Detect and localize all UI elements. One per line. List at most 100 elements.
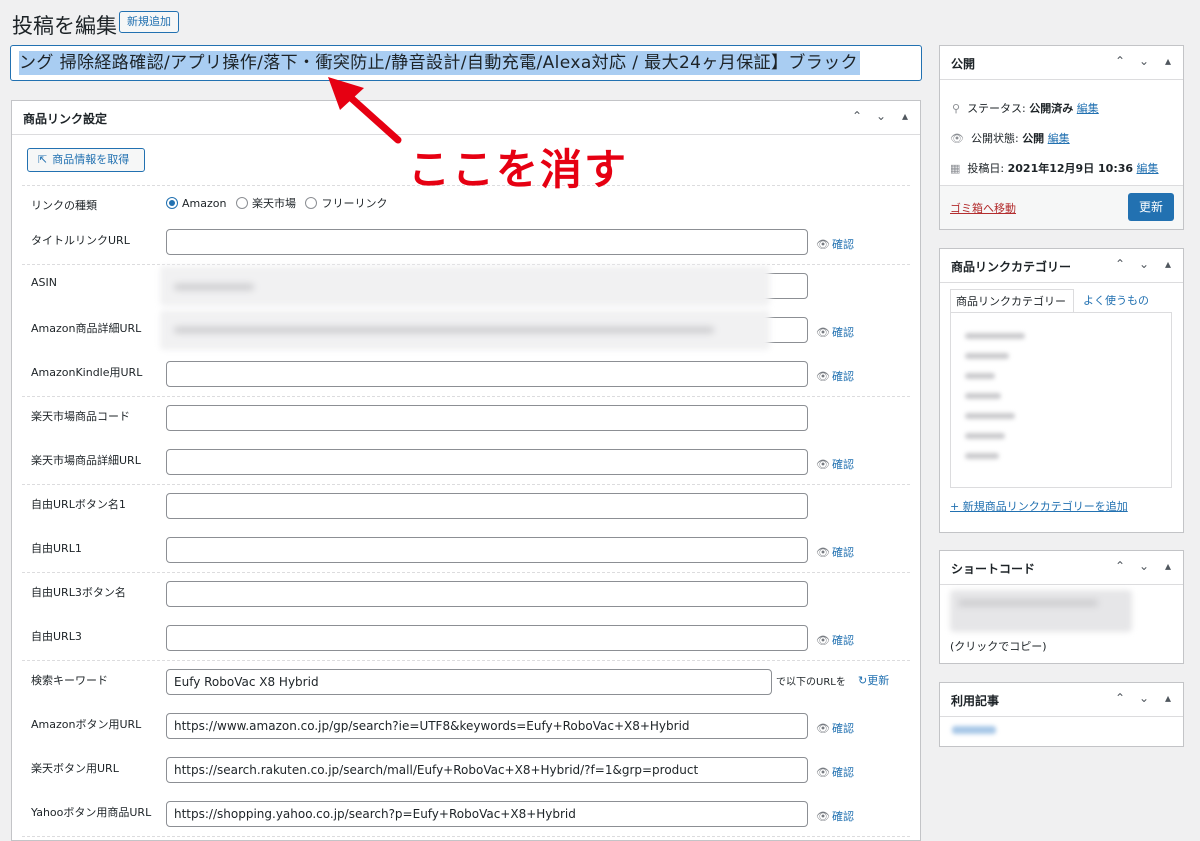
- tab-all-categories[interactable]: 商品リンクカテゴリー: [950, 289, 1074, 313]
- add-new-button[interactable]: 新規追加: [119, 11, 179, 33]
- update-button[interactable]: 更新: [1128, 193, 1174, 221]
- check-link[interactable]: 👁 確認: [816, 632, 854, 648]
- link-type-label: リンクの種類: [31, 199, 97, 212]
- check-link[interactable]: 👁 確認: [816, 720, 854, 736]
- keyword-suffix: で以下のURLを: [776, 677, 846, 688]
- edit-status-link[interactable]: 編集: [1077, 102, 1099, 115]
- field-label: Amazon商品詳細URL: [31, 322, 142, 335]
- move-up-icon[interactable]: ⌃: [1113, 54, 1127, 68]
- usage-title: 利用記事: [951, 694, 1000, 708]
- rakuten-detail-url-input[interactable]: [166, 449, 808, 475]
- radio-icon: [166, 197, 178, 209]
- field-label: 自由URL1: [31, 542, 82, 555]
- move-down-icon[interactable]: ⌄: [874, 109, 888, 123]
- free-url3-input[interactable]: [166, 625, 808, 651]
- toggle-panel-icon[interactable]: ▴: [1161, 559, 1175, 573]
- usage-box: 利用記事 ⌃ ⌄ ▴: [939, 682, 1184, 747]
- eye-icon: 👁: [816, 546, 830, 559]
- move-up-icon[interactable]: ⌃: [1113, 691, 1127, 705]
- field-label: Yahooボタン用商品URL: [31, 806, 152, 819]
- get-product-info-button[interactable]: ⇱ 商品情報を取得: [27, 148, 145, 172]
- divider: [22, 660, 910, 661]
- check-link[interactable]: 👁 確認: [816, 808, 854, 824]
- free-button1-input[interactable]: [166, 493, 808, 519]
- check-link[interactable]: 👁 確認: [816, 236, 854, 252]
- post-title-input[interactable]: ング 掃除経路確認/アプリ操作/落下・衝突防止/静音設計/自動充電/Alexa対…: [10, 45, 922, 81]
- divider: [22, 572, 910, 573]
- add-category-link[interactable]: + 新規商品リンクカテゴリーを追加: [950, 498, 1128, 514]
- move-up-icon[interactable]: ⌃: [1113, 559, 1127, 573]
- shortcode-value[interactable]: [950, 590, 1132, 632]
- rakuten-button-url-input[interactable]: https://search.rakuten.co.jp/search/mall…: [166, 757, 808, 783]
- yahoo-button-url-input[interactable]: https://shopping.yahoo.co.jp/search?p=Eu…: [166, 801, 808, 827]
- field-label: 自由URL3ボタン名: [31, 586, 126, 599]
- field-label: タイトルリンクURL: [31, 234, 130, 247]
- eye-icon: 👁: [816, 722, 830, 735]
- edit-visibility-link[interactable]: 編集: [1048, 132, 1070, 145]
- radio-icon: [235, 197, 248, 209]
- check-link[interactable]: 👁 確認: [816, 324, 854, 340]
- move-down-icon[interactable]: ⌄: [1137, 257, 1151, 271]
- field-label: ASIN: [31, 276, 57, 289]
- check-link[interactable]: 👁 確認: [816, 764, 854, 780]
- title-url-input[interactable]: [166, 229, 808, 255]
- field-label: AmazonKindle用URL: [31, 366, 143, 379]
- eye-icon: 👁: [816, 458, 830, 471]
- divider: [22, 484, 910, 485]
- field-label: 楽天市場商品詳細URL: [31, 454, 141, 467]
- radio-amazon[interactable]: Amazon: [166, 197, 226, 210]
- move-down-icon[interactable]: ⌄: [1137, 559, 1151, 573]
- status-row: ⚲ ステータス: 公開済み 編集: [952, 102, 1099, 115]
- metabox-title: 商品リンク設定: [23, 112, 108, 126]
- shortcode-title: ショートコード: [951, 562, 1036, 576]
- eye-icon: 👁: [816, 810, 830, 823]
- rakuten-code-input[interactable]: [166, 405, 808, 431]
- field-label: 自由URL3: [31, 630, 82, 643]
- toggle-panel-icon[interactable]: ▴: [1161, 257, 1175, 271]
- toggle-panel-icon[interactable]: ▴: [898, 109, 912, 123]
- divider: [22, 396, 910, 397]
- move-up-icon[interactable]: ⌃: [850, 109, 864, 123]
- metabox-header: 商品リンク設定 ⌃ ⌄ ▴: [12, 101, 920, 135]
- eye-icon: 👁: [816, 766, 830, 779]
- usage-link[interactable]: [952, 726, 996, 734]
- free-url1-input[interactable]: [166, 537, 808, 563]
- tab-popular[interactable]: よく使うもの: [1083, 292, 1149, 308]
- annotation-text: ここを消す: [408, 145, 629, 194]
- toggle-panel-icon[interactable]: ▴: [1161, 691, 1175, 705]
- page-title: 投稿を編集: [12, 14, 117, 38]
- category-list[interactable]: [950, 312, 1172, 488]
- check-link[interactable]: 👁 確認: [816, 368, 854, 384]
- blurred-area: [160, 266, 770, 306]
- search-keyword-input[interactable]: Eufy RoboVac X8 Hybrid: [166, 669, 772, 695]
- pin-icon: ⚲: [952, 102, 961, 115]
- radio-icon: [305, 197, 318, 209]
- field-label: 楽天ボタン用URL: [31, 762, 119, 775]
- date-row: ▦ 投稿日: 2021年12月9日 10:36 編集: [950, 162, 1159, 175]
- eye-icon: 👁: [950, 132, 964, 145]
- check-link[interactable]: 👁 確認: [816, 456, 854, 472]
- field-label: 楽天市場商品コード: [31, 410, 130, 423]
- check-link[interactable]: 👁 確認: [816, 544, 854, 560]
- divider: [22, 264, 910, 265]
- refresh-icon: ↻: [858, 674, 868, 687]
- toggle-panel-icon[interactable]: ▴: [1161, 54, 1175, 68]
- trash-link[interactable]: ゴミ箱へ移動: [950, 200, 1016, 216]
- post-title-text: ング 掃除経路確認/アプリ操作/落下・衝突防止/静音設計/自動充電/Alexa対…: [19, 51, 860, 75]
- amazon-button-url-input[interactable]: https://www.amazon.co.jp/gp/search?ie=UT…: [166, 713, 808, 739]
- radio-free-link[interactable]: フリーリンク: [305, 197, 387, 210]
- link-type-radios: Amazon 楽天市場 フリーリンク: [166, 195, 393, 211]
- eye-icon: 👁: [816, 634, 830, 647]
- kindle-url-input[interactable]: [166, 361, 808, 387]
- move-up-icon[interactable]: ⌃: [1113, 257, 1127, 271]
- eye-icon: 👁: [816, 238, 830, 251]
- refresh-link[interactable]: ↻更新: [858, 672, 889, 688]
- radio-rakuten[interactable]: 楽天市場: [235, 197, 296, 210]
- move-down-icon[interactable]: ⌄: [1137, 691, 1151, 705]
- annotation-arrow: [328, 77, 402, 144]
- move-down-icon[interactable]: ⌄: [1137, 54, 1151, 68]
- free-button3-input[interactable]: [166, 581, 808, 607]
- copy-hint: (クリックでコピー): [950, 640, 1047, 653]
- external-icon: ⇱: [38, 153, 48, 166]
- edit-date-link[interactable]: 編集: [1137, 162, 1159, 175]
